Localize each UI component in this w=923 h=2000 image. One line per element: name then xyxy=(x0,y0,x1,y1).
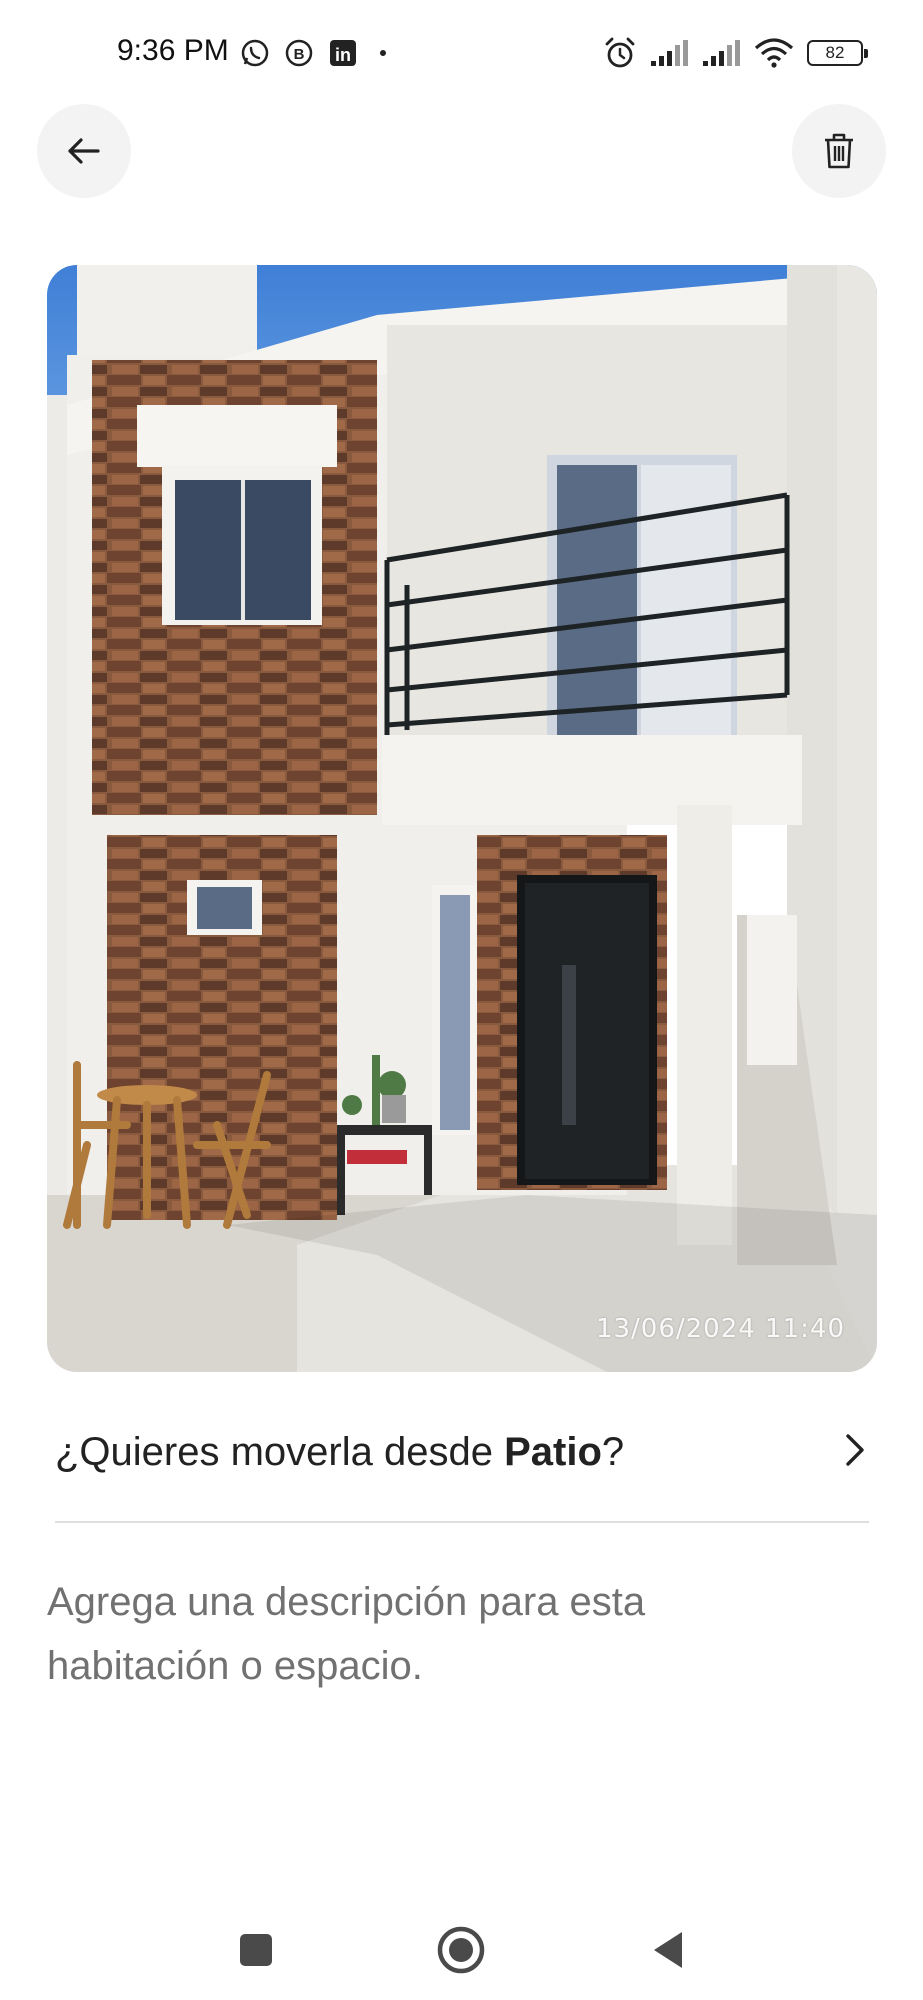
room-photo[interactable]: 13/06/2024 11:40 xyxy=(47,265,877,1372)
square-recents-icon xyxy=(240,1934,272,1966)
delete-button[interactable] xyxy=(792,104,886,198)
whatsapp-icon xyxy=(238,36,272,70)
divider xyxy=(55,1521,869,1523)
back-button[interactable] xyxy=(37,104,131,198)
status-time: 9:36 PM xyxy=(117,34,229,67)
move-room-row[interactable]: ¿Quieres moverla desde Patio? xyxy=(55,1410,875,1510)
status-bar: 9:36 PM B in 82 xyxy=(0,0,923,104)
triangle-back-icon xyxy=(654,1932,682,1968)
signal-icon xyxy=(648,36,692,70)
alarm-icon xyxy=(602,36,638,70)
b-app-icon: B xyxy=(282,36,316,70)
house-facade-image xyxy=(47,265,877,1372)
trash-icon xyxy=(825,133,853,169)
recents-button[interactable] xyxy=(226,1920,286,1980)
move-prompt-prefix: ¿Quieres moverla desde xyxy=(55,1430,505,1474)
circle-home-icon xyxy=(437,1926,485,1974)
home-button[interactable] xyxy=(431,1920,491,1980)
move-prompt-suffix: ? xyxy=(601,1430,625,1474)
current-room-name: Patio xyxy=(504,1430,602,1474)
dot-icon xyxy=(374,36,392,70)
wifi-icon xyxy=(752,36,796,70)
signal-icon xyxy=(700,36,744,70)
battery-level: 82 xyxy=(825,43,845,62)
svg-text:B: B xyxy=(294,46,305,63)
battery-icon: 82 xyxy=(804,36,868,70)
chevron-right-icon xyxy=(846,1434,864,1466)
arrow-left-icon xyxy=(68,138,100,164)
move-room-prompt: ¿Quieres moverla desde Patio? xyxy=(55,1430,624,1475)
photo-timestamp: 13/06/2024 11:40 xyxy=(595,1314,845,1344)
description-input[interactable]: Agrega una descripción para esta habitac… xyxy=(47,1570,807,1698)
system-back-button[interactable] xyxy=(638,1920,698,1980)
svg-text:in: in xyxy=(335,45,351,65)
system-nav-bar xyxy=(0,1900,923,2000)
linkedin-icon: in xyxy=(326,36,360,70)
